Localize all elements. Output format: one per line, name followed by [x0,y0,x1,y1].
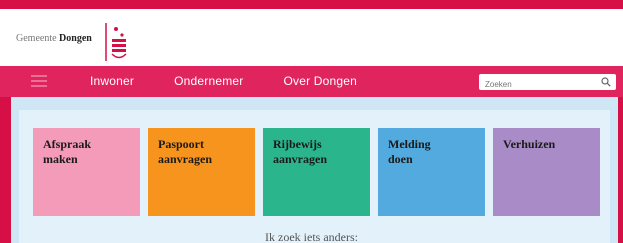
nav-links: Inwoner Ondernemer Over Dongen [90,74,357,88]
tile-melding-doen[interactable]: Melding doen [378,128,485,216]
search-icon[interactable] [601,77,611,87]
search-input[interactable] [479,76,595,93]
tile-label-line2: doen [388,152,413,166]
brand-name: Gemeente Dongen [16,33,92,44]
tile-label-line1: Afspraak [43,137,92,151]
tile-afspraak-maken[interactable]: Afspraak maken [33,128,140,216]
tile-verhuizen[interactable]: Verhuizen [493,128,600,216]
site-header: Gemeente Dongen [0,9,623,66]
dongen-logo-icon [105,23,127,61]
tile-label-line1: Melding [388,137,431,151]
nav-item-over-dongen[interactable]: Over Dongen [283,74,357,88]
other-search-label: Ik zoek iets anders: [265,230,358,243]
page: Gemeente Dongen Inwoner Ondernemer Over … [0,0,623,243]
municipality-text: Gemeente [16,33,57,44]
tile-label-line2: aanvragen [158,152,212,166]
nav-item-ondernemer[interactable]: Ondernemer [174,74,243,88]
city-text: Dongen [59,33,92,44]
tile-label-line2: maken [43,152,78,166]
tile-rijbewijs-aanvragen[interactable]: Rijbewijs aanvragen [263,128,370,216]
menu-icon[interactable] [31,75,47,87]
main-navigation: Inwoner Ondernemer Over Dongen [0,66,623,97]
tile-paspoort-aanvragen[interactable]: Paspoort aanvragen [148,128,255,216]
tile-label-line1: Paspoort [158,137,204,151]
site-logo-link[interactable]: Gemeente Dongen [16,21,144,63]
tile-label-line2: aanvragen [273,152,327,166]
search-box [479,74,616,93]
tile-label-line1: Verhuizen [503,137,556,151]
tile-label-line1: Rijbewijs [273,137,322,151]
nav-item-inwoner[interactable]: Inwoner [90,74,134,88]
